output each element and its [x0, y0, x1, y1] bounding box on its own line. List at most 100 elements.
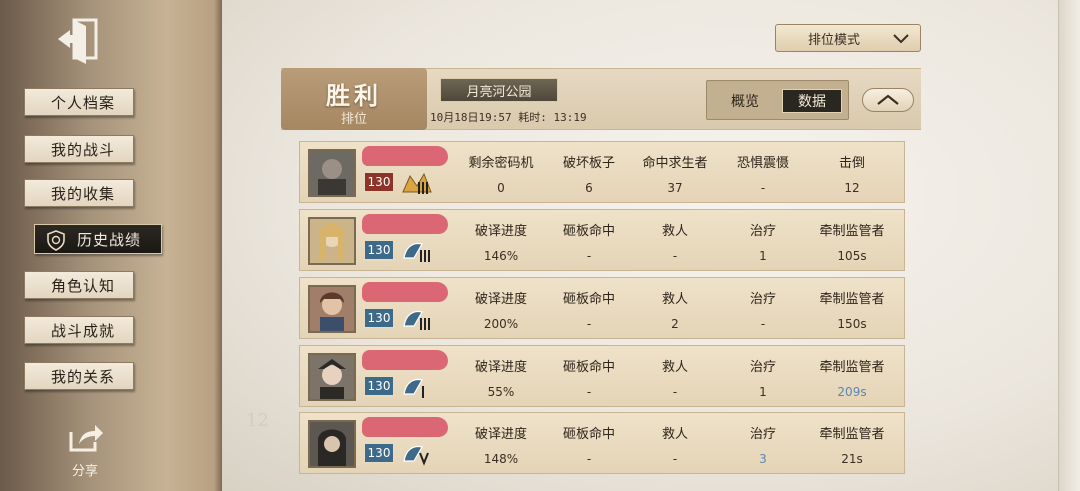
stat-cell: 砸板命中 -: [543, 278, 635, 331]
sidebar-item-character-insight[interactable]: 角色认知: [24, 271, 134, 299]
sidebar-item-label: 我的关系: [51, 367, 116, 386]
stat-cell: 破译进度 200%: [455, 278, 547, 331]
sidebar-item-relations[interactable]: 我的关系: [24, 362, 134, 390]
stat-cell: 治疗 3: [717, 413, 809, 466]
hunter-row[interactable]: 130 剩余密码机 0 破坏板子 6 命中求生者 37 恐惧震慑 - 击倒 12: [299, 141, 905, 203]
stat-header: 剩余密码机: [468, 156, 534, 171]
level-badge: 130: [364, 376, 394, 396]
stat-value: -: [672, 249, 678, 263]
sidebar-item-my-battles[interactable]: 我的战斗: [24, 135, 134, 163]
survivor-row[interactable]: 130 破译进度 55% 砸板命中 - 救人 - 治疗 1 牵制监管者 209s: [299, 345, 905, 407]
redacted-name: [362, 282, 448, 302]
level-badge: 130: [364, 240, 394, 260]
rank-icon: [400, 374, 434, 400]
avatar: [308, 149, 356, 197]
background-number: 12: [246, 410, 269, 431]
stat-header: 治疗: [749, 224, 776, 239]
stat-cell: 治疗 1: [717, 210, 809, 263]
stat-cell: 剩余密码机 0: [455, 142, 547, 195]
exit-icon[interactable]: [54, 14, 104, 64]
share-button[interactable]: 分享: [60, 422, 110, 482]
sidebar-item-collection[interactable]: 我的收集: [24, 179, 134, 207]
stat-header: 救人: [661, 360, 688, 375]
sidebar-item-profile[interactable]: 个人档案: [24, 88, 134, 116]
result-text: 胜利: [326, 82, 382, 110]
rank-icon: [400, 170, 434, 196]
stat-cell: 击倒 12: [806, 142, 898, 195]
stat-cell: 破坏板子 6: [543, 142, 635, 195]
stat-value: -: [760, 317, 766, 331]
stat-value: -: [586, 385, 592, 399]
match-type: 排位: [340, 112, 367, 127]
collapse-button[interactable]: [862, 88, 914, 112]
survivor-row[interactable]: 130 破译进度 200% 砸板命中 - 救人 2 治疗 - 牵制监管者 150s: [299, 277, 905, 339]
level-badge: 130: [364, 443, 394, 463]
stat-value: 2: [671, 317, 679, 331]
stat-header: 治疗: [749, 427, 776, 442]
avatar: [308, 353, 356, 401]
stat-value: 0: [497, 181, 505, 195]
sidebar-item-label: 历史战绩: [77, 230, 142, 249]
stat-value: 146%: [483, 249, 519, 263]
share-label: 分享: [71, 464, 98, 479]
stat-cell: 救人 -: [629, 413, 721, 466]
stat-header: 破译进度: [474, 360, 527, 375]
tab-data[interactable]: 数据: [782, 89, 842, 113]
map-name-tag: 月亮河公园: [440, 78, 558, 102]
avatar: [308, 217, 356, 265]
stat-header: 救人: [661, 292, 688, 307]
redacted-name: [362, 417, 448, 437]
sidebar-item-label: 我的收集: [51, 184, 116, 203]
stat-header: 治疗: [749, 360, 776, 375]
stat-cell: 牵制监管者 21s: [806, 413, 898, 466]
stat-value: 209s: [837, 385, 867, 399]
shield-icon: [45, 229, 67, 251]
rank-icon: [400, 441, 434, 467]
survivor-row[interactable]: 130 破译进度 146% 砸板命中 - 救人 - 治疗 1 牵制监管者 105s: [299, 209, 905, 271]
stat-header: 破译进度: [474, 427, 527, 442]
stat-header: 砸板命中: [562, 292, 615, 307]
mode-dropdown[interactable]: 排位模式: [775, 24, 921, 52]
avatar: [308, 420, 356, 468]
share-icon: [69, 425, 103, 452]
stat-header: 砸板命中: [562, 360, 615, 375]
stat-value: 105s: [837, 249, 867, 263]
stat-value: 55%: [487, 385, 515, 399]
stat-value: 1: [759, 249, 767, 263]
stat-value: -: [760, 181, 766, 195]
rank-icon: [400, 238, 434, 264]
stat-value: -: [586, 249, 592, 263]
redacted-name: [362, 350, 448, 370]
stat-value: -: [672, 385, 678, 399]
sidebar-item-achievements[interactable]: 战斗成就: [24, 316, 134, 344]
sidebar-item-label: 角色认知: [51, 276, 116, 295]
stat-cell: 治疗 1: [717, 346, 809, 399]
stat-header: 牵制监管者: [819, 427, 885, 442]
stat-value: 21s: [841, 452, 863, 466]
stat-header: 破译进度: [474, 224, 527, 239]
stat-cell: 砸板命中 -: [543, 413, 635, 466]
stat-header: 救人: [661, 224, 688, 239]
stat-cell: 破译进度 55%: [455, 346, 547, 399]
stat-cell: 救人 2: [629, 278, 721, 331]
mode-dropdown-label: 排位模式: [808, 32, 861, 48]
stat-cell: 恐惧震慑 -: [717, 142, 809, 195]
sidebar-item-label: 我的战斗: [51, 140, 116, 159]
survivor-row[interactable]: 130 破译进度 148% 砸板命中 - 救人 - 治疗 3 牵制监管者 21s: [299, 412, 905, 474]
chevron-down-icon: [892, 33, 910, 49]
sidebar-item-label: 个人档案: [51, 93, 116, 112]
tab-overview[interactable]: 概览: [715, 89, 775, 113]
stat-header: 砸板命中: [562, 427, 615, 442]
view-toggle: 概览 数据: [706, 80, 849, 120]
stat-value: 37: [667, 181, 683, 195]
sidebar-item-match-history[interactable]: 历史战绩: [34, 224, 162, 254]
stat-cell: 救人 -: [629, 210, 721, 263]
stat-header: 破译进度: [474, 292, 527, 307]
stat-cell: 牵制监管者 209s: [806, 346, 898, 399]
stat-cell: 牵制监管者 105s: [806, 210, 898, 263]
sidebar: 个人档案 我的战斗 我的收集 历史战绩 角色认知 战斗成就 我的关系 分享: [0, 0, 222, 491]
stat-header: 命中求生者: [642, 156, 708, 171]
stat-value: 150s: [837, 317, 867, 331]
result-banner: 胜利 排位: [281, 68, 427, 130]
redacted-name: [362, 214, 448, 234]
